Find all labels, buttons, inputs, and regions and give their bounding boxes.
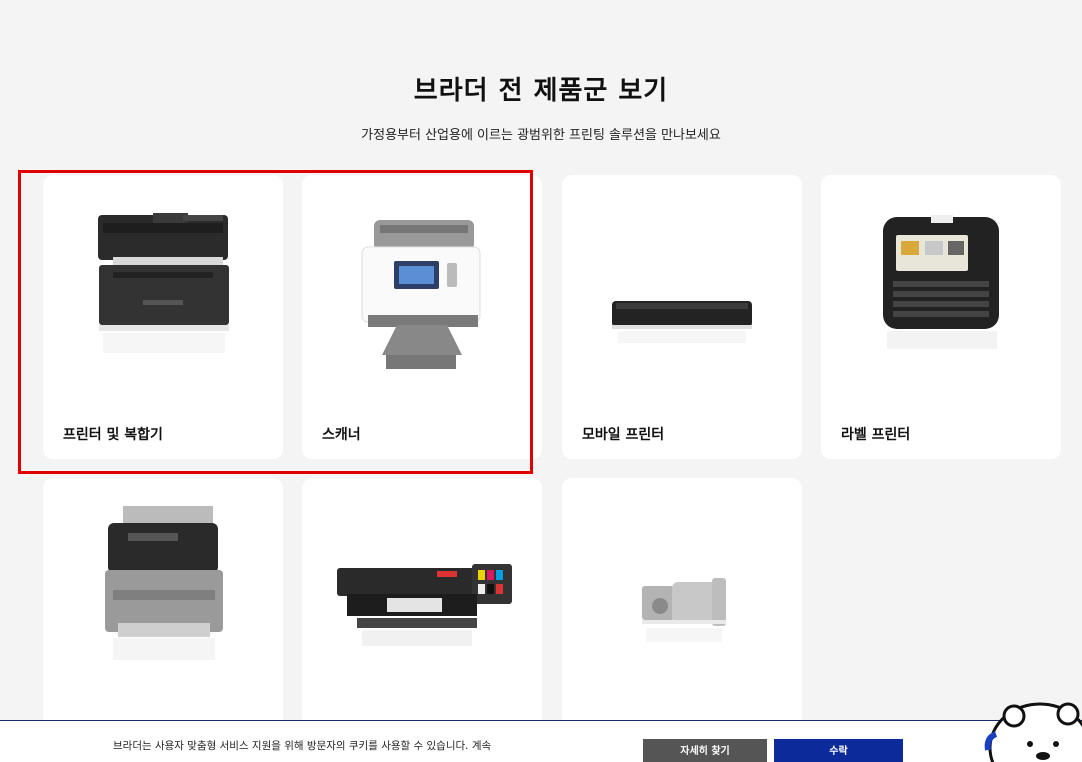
- mobile-printer-image: [612, 301, 752, 343]
- product-card-label: 스캐너: [322, 427, 361, 443]
- label-printer-image: [883, 215, 999, 349]
- cookie-text: 브라더는 사용자 맞춤형 서비스 지원을 위해 방문자의 쿠키를 사용할 수 있…: [113, 740, 492, 752]
- product-card-label-printer[interactable]: 라벨 프린터: [821, 175, 1061, 459]
- cookie-accept-button[interactable]: 수락: [774, 739, 903, 762]
- product-card-label: 모바일 프린터: [582, 427, 665, 443]
- fax-machine-image: [105, 506, 223, 660]
- page-subtitle: 가정용부터 산업용에 이르는 광범위한 프린팅 솔루션을 만나보세요: [361, 128, 721, 143]
- cookie-details-button[interactable]: 자세히 찾기: [643, 739, 767, 762]
- product-card-scanner[interactable]: 스캐너: [302, 175, 542, 459]
- garment-printer-image: [337, 564, 512, 646]
- gear-motor-image: [642, 578, 726, 642]
- product-card-mobile-printer[interactable]: 모바일 프린터: [562, 175, 802, 459]
- scanner-image: [361, 220, 481, 369]
- product-card-label: 프린터 및 복합기: [63, 427, 163, 443]
- page-title: 브라더 전 제품군 보기: [413, 76, 669, 106]
- mfc-printer-image: [98, 213, 229, 353]
- product-card-printer-mfc[interactable]: 프린터 및 복합기: [43, 175, 283, 459]
- product-card-label: 라벨 프린터: [841, 427, 911, 443]
- cookie-consent-bar: 브라더는 사용자 맞춤형 서비스 지원을 위해 방문자의 쿠키를 사용할 수 있…: [0, 720, 1082, 762]
- chatbot-mascot-icon[interactable]: [978, 690, 1082, 762]
